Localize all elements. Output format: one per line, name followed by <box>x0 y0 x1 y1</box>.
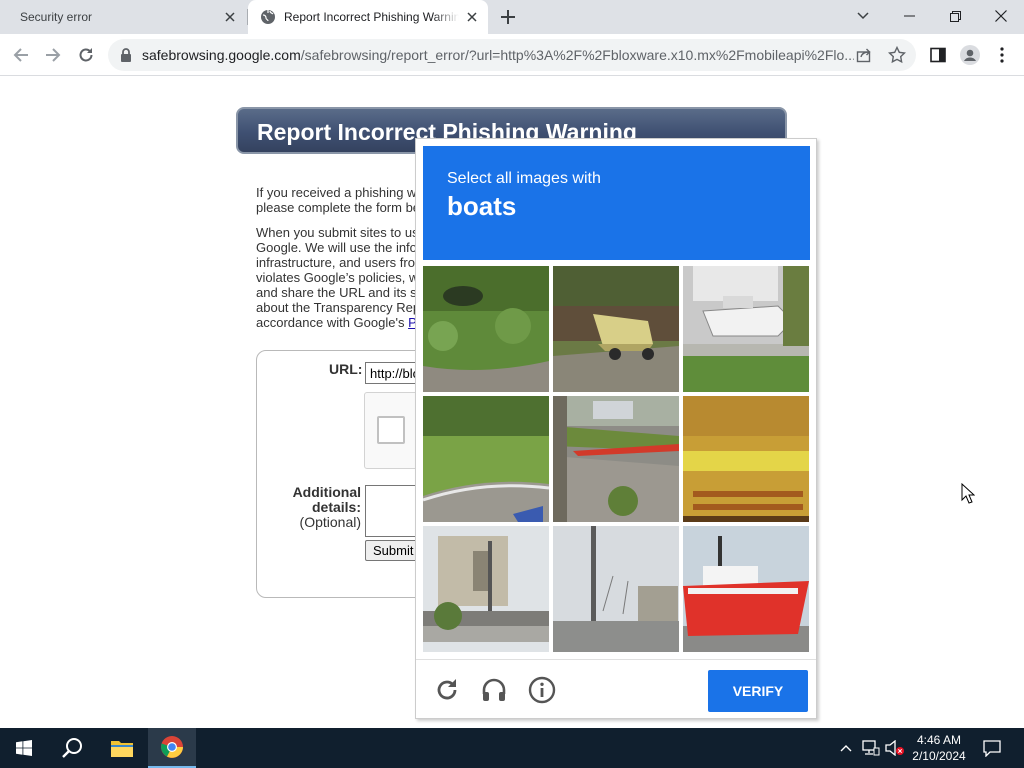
back-icon[interactable] <box>9 43 33 67</box>
mouse-cursor-icon <box>961 482 976 509</box>
notification-icon[interactable] <box>976 728 1008 768</box>
close-window-icon[interactable] <box>978 0 1024 32</box>
tab-title: Report Incorrect Phishing Warning <box>284 10 459 24</box>
chrome-taskbar-icon[interactable] <box>148 728 196 768</box>
info-icon[interactable] <box>528 676 556 704</box>
captcha-tile-3[interactable] <box>683 266 809 392</box>
recaptcha-checkbox[interactable] <box>377 416 405 444</box>
captcha-tile-5[interactable] <box>553 396 679 522</box>
tab-security-error[interactable]: Security error <box>0 0 248 34</box>
lock-icon[interactable] <box>120 48 132 67</box>
reload-icon[interactable] <box>433 676 461 704</box>
address-bar[interactable]: safebrowsing.google.com/safebrowsing/rep… <box>108 39 916 71</box>
share-icon[interactable] <box>856 47 872 68</box>
tab-strip: Security error Report Incorrect Phishing… <box>0 0 1024 34</box>
captcha-tile-6[interactable] <box>683 396 809 522</box>
text-span: accordance with Google's <box>256 315 409 330</box>
verify-button[interactable]: VERIFY <box>708 670 808 712</box>
captcha-tile-4[interactable] <box>423 396 549 522</box>
browser-toolbar: safebrowsing.google.com/safebrowsing/rep… <box>0 34 1024 76</box>
bookmark-star-icon[interactable] <box>887 45 907 69</box>
close-icon[interactable] <box>464 9 480 25</box>
close-icon[interactable] <box>222 9 238 25</box>
captcha-header: Select all images with boats <box>423 146 810 260</box>
details-label-text: Additional details: <box>292 484 361 515</box>
file-explorer-icon[interactable] <box>98 728 146 768</box>
url-label: URL: <box>329 361 363 377</box>
tab-report-phishing[interactable]: Report Incorrect Phishing Warning <box>248 0 488 34</box>
volume-muted-icon[interactable] <box>884 728 906 768</box>
profile-avatar-icon[interactable] <box>958 43 982 67</box>
captcha-footer: VERIFY <box>416 659 816 719</box>
minimize-icon[interactable] <box>886 0 932 32</box>
new-tab-icon[interactable] <box>498 7 518 27</box>
captcha-tile-1[interactable] <box>423 266 549 392</box>
optional-label: (Optional) <box>299 514 361 530</box>
url-path: /safebrowsing/report_error/?url=http%3A%… <box>300 47 854 63</box>
captcha-tile-9[interactable] <box>683 526 809 652</box>
restore-icon[interactable] <box>932 0 978 32</box>
chevron-up-icon[interactable] <box>836 728 856 768</box>
windows-start-icon[interactable] <box>0 728 48 768</box>
captcha-target: boats <box>447 191 517 221</box>
reload-page-icon[interactable] <box>74 43 98 67</box>
captcha-tile-2[interactable] <box>553 266 679 392</box>
details-label: Additional details: (Optional) <box>267 485 361 530</box>
clock-time: 4:46 AM <box>916 733 962 747</box>
system-clock[interactable]: 4:46 AM 2/10/2024 <box>905 732 973 764</box>
forward-icon[interactable] <box>41 43 65 67</box>
url-text[interactable]: safebrowsing.google.com/safebrowsing/rep… <box>142 47 854 63</box>
windows-taskbar: 4:46 AM 2/10/2024 <box>0 728 1024 768</box>
globe-icon <box>260 9 276 25</box>
audio-icon[interactable] <box>480 676 508 704</box>
side-panel-icon[interactable] <box>926 43 950 67</box>
menu-kebab-icon[interactable] <box>990 43 1014 67</box>
captcha-instruction: Select all images with <box>447 170 601 187</box>
tab-search-icon[interactable] <box>840 0 886 32</box>
network-icon[interactable] <box>860 728 882 768</box>
search-icon[interactable] <box>48 728 96 768</box>
clock-date: 2/10/2024 <box>912 749 966 763</box>
captcha-tile-8[interactable] <box>553 526 679 652</box>
captcha-tile-7[interactable] <box>423 526 549 652</box>
tab-title: Security error <box>20 10 93 24</box>
captcha-challenge-popup: Select all images with boats VERIFY <box>415 138 817 719</box>
page-content: Report Incorrect Phishing Warning If you… <box>0 77 1024 728</box>
url-host: safebrowsing.google.com <box>142 47 301 63</box>
